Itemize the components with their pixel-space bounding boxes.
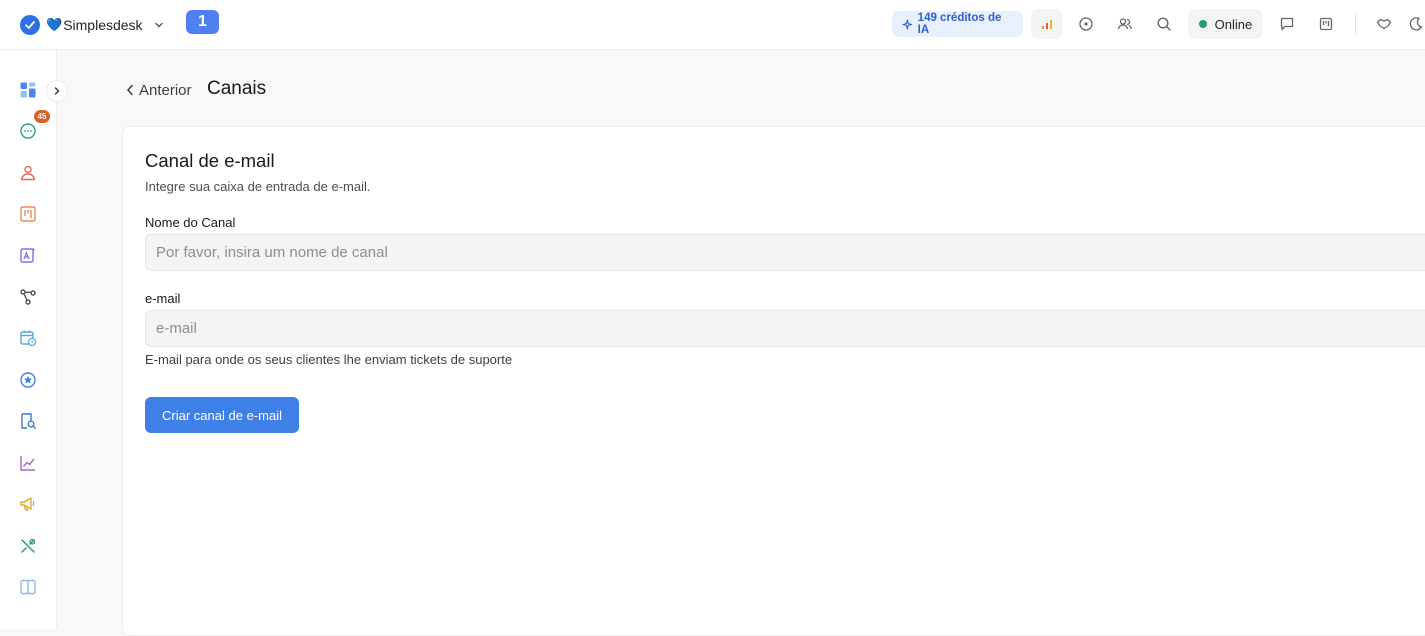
- chevron-down-icon: [154, 22, 163, 28]
- top-actions: 149 créditos de IA Online: [892, 9, 1425, 39]
- theme-toggle[interactable]: [1408, 9, 1425, 39]
- knowledge-search-icon: [21, 413, 36, 429]
- status-label: Online: [1214, 16, 1253, 32]
- conversations-icon: [20, 123, 36, 139]
- conversations-count-badge: 45: [34, 110, 50, 123]
- ai-credits-label: 149 créditos de IA: [917, 12, 1002, 36]
- sidebar-item-schedule[interactable]: [14, 324, 42, 352]
- sidebar-collapse-toggle[interactable]: [46, 80, 68, 102]
- handshake-icon: [1376, 18, 1392, 30]
- search-button[interactable]: [1149, 9, 1180, 39]
- agent-status-toggle[interactable]: Online: [1187, 9, 1264, 39]
- email-label: e-mail: [145, 291, 181, 306]
- target-icon: [1079, 17, 1093, 31]
- search-icon: [1157, 17, 1171, 31]
- sidebar-item-dashboard[interactable]: [14, 76, 42, 104]
- star-circle-icon: [20, 372, 36, 388]
- sidebar-item-workflow[interactable]: [14, 283, 42, 311]
- sidebar-item-campaigns[interactable]: [14, 490, 42, 518]
- users-icon: [1117, 18, 1132, 30]
- sidebar-item-customers[interactable]: [14, 159, 42, 187]
- reports-chart-icon: [20, 456, 35, 471]
- status-dot-icon: [1198, 20, 1207, 28]
- sidebar-item-satisfaction[interactable]: [14, 366, 42, 394]
- divider: [1355, 14, 1357, 34]
- message-square-icon: [1280, 17, 1293, 31]
- email-channel-card: Canal de e-mail Integre sua caixa de ent…: [122, 126, 1425, 636]
- tab-number-badge[interactable]: 1: [186, 10, 219, 34]
- email-input[interactable]: [145, 310, 1425, 347]
- workspace-switcher[interactable]: 💙 Simplesdesk: [20, 14, 165, 36]
- workspace-name: Simplesdesk: [63, 17, 143, 33]
- dashboard-icon: [20, 82, 36, 98]
- sidebar: 45: [0, 50, 68, 629]
- back-link-label: Anterior: [139, 81, 192, 99]
- board-icon: [1319, 17, 1333, 31]
- sidebar-item-ai-agent[interactable]: [14, 241, 42, 269]
- sidebar-item-kanban[interactable]: [14, 200, 42, 228]
- heart-icon: 💙: [46, 17, 63, 32]
- sidebar-item-docs[interactable]: [14, 573, 42, 601]
- brand-logo-icon: [20, 15, 40, 35]
- tools-icon: [21, 538, 36, 553]
- analytics-icon: [1041, 20, 1052, 29]
- analytics-button[interactable]: [1031, 9, 1063, 39]
- page-title: Canais: [207, 78, 267, 99]
- top-bar: 💙 Simplesdesk 1 149 créditos de IA Onlin…: [0, 0, 1425, 50]
- moon-icon: [1410, 17, 1423, 31]
- back-link[interactable]: Anterior: [126, 80, 192, 100]
- channel-name-input[interactable]: [145, 234, 1425, 271]
- sidebar-item-reports[interactable]: [14, 449, 42, 477]
- ai-agent-icon: [20, 247, 36, 263]
- chevron-left-icon: [126, 84, 133, 96]
- spark-icon: [902, 19, 913, 29]
- form-subtitle: Integre sua caixa de entrada de e-mail.: [145, 179, 371, 194]
- sidebar-item-knowledge[interactable]: [14, 407, 42, 435]
- ai-credits-badge[interactable]: 149 créditos de IA: [892, 11, 1024, 37]
- sidebar-item-tools[interactable]: [14, 532, 42, 560]
- create-email-channel-button[interactable]: Criar canal de e-mail: [145, 397, 299, 433]
- form-title: Canal de e-mail: [145, 150, 275, 171]
- workflow-icon: [20, 289, 36, 305]
- channel-name-label: Nome do Canal: [145, 215, 236, 230]
- customers-icon: [20, 165, 36, 181]
- team-button[interactable]: [1109, 9, 1140, 39]
- chevron-right-icon: [54, 87, 60, 95]
- integrations-button[interactable]: [1368, 9, 1399, 39]
- book-icon: [20, 579, 36, 595]
- email-help-text: E-mail para onde os seus clientes lhe en…: [145, 352, 513, 367]
- kanban-icon: [20, 206, 36, 222]
- campaigns-megaphone-icon: [20, 497, 35, 511]
- target-button[interactable]: [1070, 9, 1101, 39]
- calendar-clock-icon: [20, 330, 37, 347]
- board-button[interactable]: [1310, 9, 1341, 39]
- messages-button[interactable]: [1271, 9, 1302, 39]
